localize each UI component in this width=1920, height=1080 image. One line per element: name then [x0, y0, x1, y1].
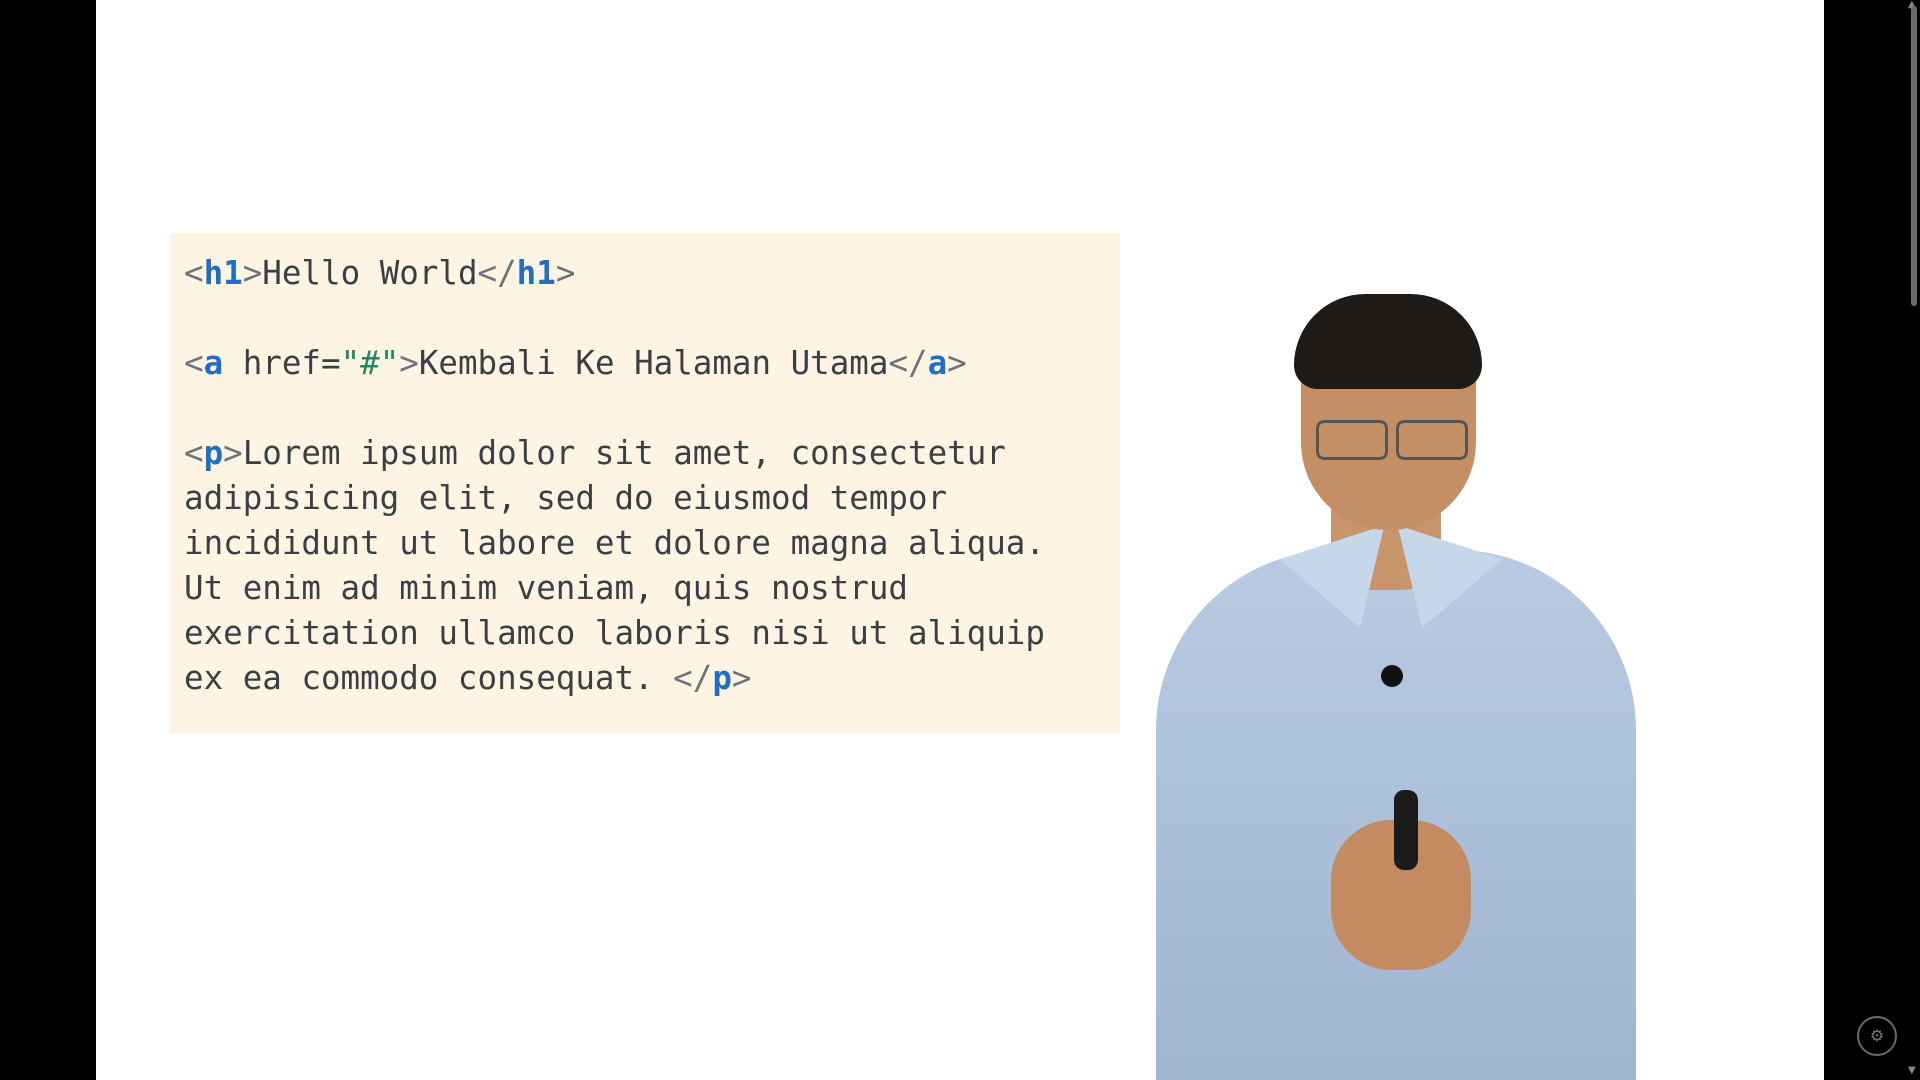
- code-punct: >: [731, 659, 752, 697]
- code-punct: </: [673, 659, 713, 697]
- code-punct: <: [184, 254, 204, 292]
- code-attribute: href=: [223, 344, 341, 382]
- code-punct: </: [888, 344, 928, 382]
- code-text: adipisicing elit, sed do eiusmod tempor: [184, 479, 948, 517]
- code-text: Ut enim ad minim veniam, quis nostrud: [184, 569, 908, 607]
- code-punct: >: [242, 254, 263, 292]
- code-punct: >: [399, 344, 419, 382]
- scrollbar-thumb[interactable]: [1911, 6, 1917, 306]
- code-line-anchor: <a href="#">Kembali Ke Halaman Utama</a>: [184, 341, 1106, 386]
- code-line-paragraph: ex ea commodo consequat. </p>: [184, 656, 1106, 701]
- code-tag: p: [203, 434, 224, 472]
- presenter-glasses: [1316, 420, 1388, 460]
- code-tag: h1: [516, 254, 556, 292]
- code-line-paragraph: exercitation ullamco laboris nisi ut ali…: [184, 611, 1106, 656]
- code-tag: p: [712, 659, 732, 697]
- code-line-h1: <h1>Hello World</h1>: [184, 251, 1106, 296]
- presenter-figure: [1076, 294, 1716, 1080]
- presenter-glasses: [1396, 420, 1468, 460]
- code-text: Kembali Ke Halaman Utama: [418, 344, 889, 382]
- code-line-paragraph: Ut enim ad minim veniam, quis nostrud: [184, 566, 1106, 611]
- code-line-paragraph: incididunt ut labore et dolore magna ali…: [184, 521, 1106, 566]
- code-text: ex ea commodo consequat.: [184, 659, 674, 697]
- code-snippet: <h1>Hello World</h1> <a href="#">Kembali…: [170, 233, 1120, 733]
- code-line-paragraph: <p>Lorem ipsum dolor sit amet, consectet…: [184, 431, 1106, 476]
- code-tag: h1: [203, 254, 243, 292]
- code-text: Hello World: [262, 254, 478, 292]
- presenter-hair: [1294, 294, 1482, 389]
- code-punct: <: [184, 434, 204, 472]
- code-punct: >: [947, 344, 967, 382]
- watermark-logo-icon: ⚙: [1857, 1016, 1897, 1056]
- code-string: "#": [340, 344, 400, 382]
- code-punct: >: [555, 254, 576, 292]
- triangle-down-icon[interactable]: ▼: [1908, 1066, 1916, 1076]
- code-line-paragraph: adipisicing elit, sed do eiusmod tempor: [184, 476, 1106, 521]
- video-player[interactable]: <h1>Hello World</h1> <a href="#">Kembali…: [0, 0, 1920, 1080]
- code-text: Lorem ipsum dolor sit amet, consectetur: [242, 434, 1006, 472]
- code-punct: </: [477, 254, 517, 292]
- code-text: exercitation ullamco laboris nisi ut ali…: [184, 614, 1045, 652]
- code-tag: a: [203, 344, 224, 382]
- lapel-mic-icon: [1381, 665, 1403, 687]
- code-punct: >: [223, 434, 243, 472]
- code-punct: <: [184, 344, 204, 382]
- presentation-clicker: [1394, 790, 1418, 870]
- code-tag: a: [927, 344, 948, 382]
- right-letterbox: [1824, 0, 1920, 1080]
- code-text: incididunt ut labore et dolore magna ali…: [184, 524, 1045, 562]
- video-frame[interactable]: <h1>Hello World</h1> <a href="#">Kembali…: [96, 0, 1824, 1080]
